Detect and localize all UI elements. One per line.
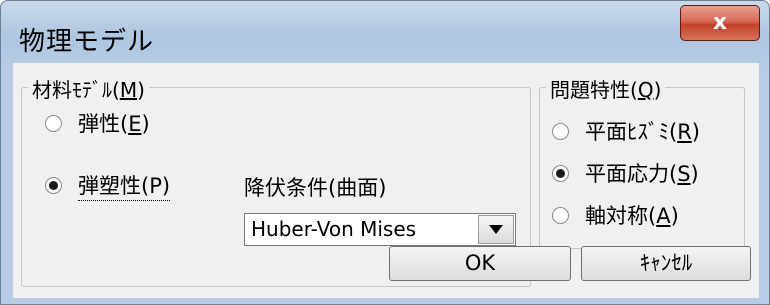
elastoplastic-radio[interactable]: 弾塑性(P) — [45, 170, 171, 201]
plane-stress-radio-circle[interactable] — [552, 164, 569, 182]
dialog-body: 材料ﾓﾃﾞﾙ(M) 弾性(E) 弾塑性(P) 降伏条件(曲面) Huber-Vo… — [13, 63, 759, 298]
elastoplastic-radio-label: 弾塑性(P) — [78, 170, 171, 201]
ok-button[interactable]: OK — [389, 246, 571, 281]
cancel-button[interactable]: ｷｬﾝｾﾙ — [581, 246, 751, 281]
axisymmetric-radio-circle[interactable] — [552, 206, 569, 224]
plane-strain-radio-circle[interactable] — [552, 122, 569, 140]
elastic-radio[interactable]: 弾性(E) — [45, 108, 150, 138]
elastic-radio-label: 弾性(E) — [78, 112, 150, 136]
yield-condition-label: 降伏条件(曲面) — [244, 176, 387, 200]
yield-condition-value: Huber-Von Mises — [251, 217, 417, 241]
plane-strain-radio[interactable]: 平面ﾋｽﾞﾐ(R) — [552, 116, 700, 146]
yield-condition-select[interactable]: Huber-Von Mises — [244, 213, 516, 246]
axisymmetric-radio-label: 軸対称(A) — [585, 204, 679, 228]
elastic-radio-circle[interactable] — [45, 114, 62, 132]
elastoplastic-radio-circle[interactable] — [45, 177, 62, 194]
plane-stress-radio[interactable]: 平面応力(S) — [552, 158, 699, 188]
close-button[interactable]: x — [680, 5, 760, 41]
problem-type-group: 問題特性(Q) 平面ﾋｽﾞﾐ(R) 平面応力(S) 軸対称(A) — [539, 74, 745, 249]
window-title: 物理モデル — [19, 27, 155, 57]
dialog-window: 物理モデル x 材料ﾓﾃﾞﾙ(M) 弾性(E) 弾塑性(P) 降伏条件(曲面) … — [0, 0, 770, 305]
chevron-down-icon — [489, 225, 503, 234]
dropdown-button[interactable] — [478, 215, 514, 244]
material-model-group-title: 材料ﾓﾃﾞﾙ(M) — [28, 74, 149, 103]
problem-type-group-title: 問題特性(Q) — [546, 74, 666, 103]
axisymmetric-radio[interactable]: 軸対称(A) — [552, 200, 679, 230]
plane-stress-radio-label: 平面応力(S) — [585, 162, 699, 186]
plane-strain-radio-label: 平面ﾋｽﾞﾐ(R) — [585, 120, 700, 144]
